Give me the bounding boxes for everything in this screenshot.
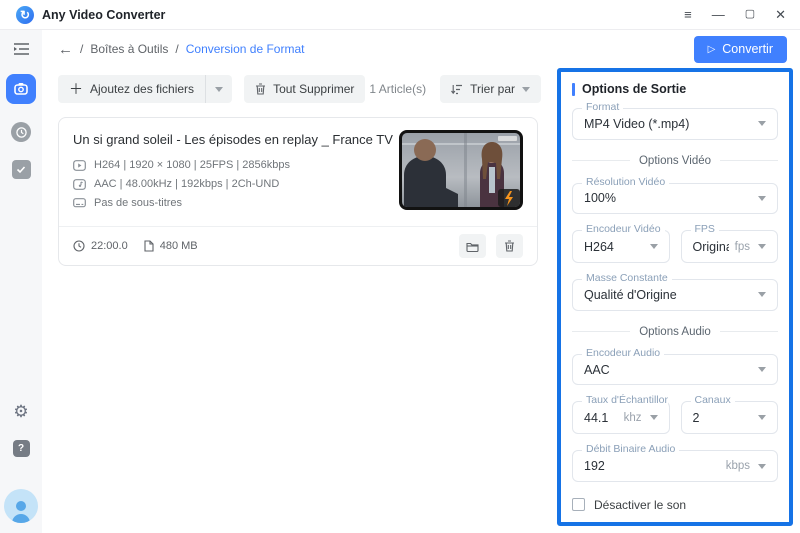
sidebar-item-help[interactable]: ? [13, 440, 30, 457]
output-options-panel: Options de Sortie Format MP4 Video (*.mp… [557, 68, 793, 526]
breadcrumb-separator: / [80, 42, 83, 56]
mute-audio-label: Désactiver le son [594, 498, 686, 512]
add-files-button-group: ＋ Ajoutez des fichiers [58, 75, 232, 103]
duration-meta: 22:00.0 [73, 240, 128, 252]
app-title: Any Video Converter [42, 8, 165, 22]
mute-audio-checkbox[interactable] [572, 498, 585, 511]
file-card[interactable]: Un si grand soleil - Les épisodes en rep… [58, 117, 538, 266]
breadcrumb-current: Conversion de Format [186, 42, 305, 56]
converter-icon [13, 81, 29, 97]
format-select[interactable]: Format MP4 Video (*.mp4) [572, 108, 778, 140]
sort-icon [451, 84, 463, 95]
chevron-down-icon [650, 244, 658, 249]
open-folder-button[interactable] [459, 234, 486, 258]
delete-all-button[interactable]: Tout Supprimer [244, 75, 365, 103]
file-card-footer: 22:00.0 480 MB [59, 226, 537, 265]
window-minimize-icon[interactable]: — [712, 8, 725, 21]
clock-icon [11, 122, 31, 142]
chevron-down-icon [758, 415, 766, 420]
trash-icon [255, 83, 266, 95]
sample-rate-select[interactable]: Taux d'Échantillonn... 44.1 khz [572, 401, 670, 434]
item-count: 1 Article(s) [369, 82, 426, 96]
panel-accent-bar [572, 83, 575, 96]
size-meta: 480 MB [144, 240, 198, 252]
chevron-down-icon [522, 87, 530, 92]
chevron-down-icon [758, 292, 766, 297]
subtitle-icon [73, 198, 86, 209]
fps-select[interactable]: FPS Original fps [681, 230, 779, 263]
breadcrumb-separator: / [175, 42, 178, 56]
chevron-down-icon [758, 464, 766, 469]
sort-button[interactable]: Trier par [440, 75, 541, 103]
chevron-down-icon [758, 121, 766, 126]
trash-icon [504, 240, 515, 252]
gear-icon: ⚙ [13, 402, 28, 422]
back-arrow-icon[interactable]: ← [58, 41, 73, 58]
chevron-down-icon [650, 415, 658, 420]
file-title: Un si grand soleil - Les épisodes en rep… [73, 132, 389, 147]
bitrate-select[interactable]: Débit Binaire Audio 192 kbps [572, 450, 778, 482]
folder-icon [466, 241, 479, 252]
size-value: 480 MB [160, 240, 198, 252]
file-icon [144, 240, 154, 252]
video-encoder-select[interactable]: Encodeur Vidéo H264 [572, 230, 670, 263]
breadcrumb-parent[interactable]: Boîtes à Outils [90, 42, 168, 56]
video-info-row: H264 | 1920 × 1080 | 25FPS | 2856kbps [73, 159, 389, 171]
audio-options-divider: Options Audio [572, 326, 778, 338]
panel-title: Options de Sortie [582, 82, 686, 96]
chevron-down-icon [758, 244, 766, 249]
chevron-down-icon [215, 87, 223, 92]
breadcrumb: ← / Boîtes à Outils / Conversion de Form… [58, 41, 304, 58]
list-toolbar: ＋ Ajoutez des fichiers Tout Supprimer [58, 75, 541, 103]
page-header: ← / Boîtes à Outils / Conversion de Form… [42, 30, 800, 68]
sidebar-item-account[interactable] [4, 475, 38, 523]
quality-select[interactable]: Masse Constante Qualité d'Origine [572, 279, 778, 311]
subtitle-info: Pas de sous-titres [94, 197, 182, 209]
sidebar-item-completed[interactable] [12, 160, 31, 179]
mute-audio-option: Désactiver le son [572, 498, 778, 512]
video-options-divider: Options Vidéo [572, 155, 778, 167]
bitrate-unit: kbps [720, 460, 750, 472]
audio-info: AAC | 48.00kHz | 192kbps | 2Ch-UND [94, 178, 279, 190]
add-files-button[interactable]: ＋ Ajoutez des fichiers [58, 75, 205, 103]
app-window: Any Video Converter ≡ — ▢ ✕ [0, 0, 800, 533]
audio-stream-icon [73, 179, 86, 190]
sidebar-item-settings[interactable]: ⚙ [13, 402, 28, 422]
chevron-down-icon [758, 196, 766, 201]
clock-icon [73, 240, 85, 252]
window-menu-icon[interactable]: ≡ [684, 8, 692, 21]
video-info: H264 | 1920 × 1080 | 25FPS | 2856kbps [94, 159, 290, 171]
channels-select[interactable]: Canaux 2 [681, 401, 779, 434]
help-icon: ? [13, 440, 30, 457]
audio-encoder-select[interactable]: Encodeur Audio AAC [572, 354, 778, 386]
window-maximize-icon[interactable]: ▢ [745, 9, 755, 20]
chevron-down-icon [758, 367, 766, 372]
video-stream-icon [73, 160, 86, 171]
video-thumbnail[interactable] [399, 130, 523, 210]
resolution-select[interactable]: Résolution Vidéo 100% [572, 183, 778, 215]
sidebar-item-history[interactable] [11, 122, 31, 142]
app-logo-icon [16, 6, 34, 24]
sidebar-item-converter[interactable] [6, 74, 36, 104]
check-square-icon [12, 160, 31, 179]
titlebar: Any Video Converter ≡ — ▢ ✕ [0, 0, 800, 30]
delete-item-button[interactable] [496, 234, 523, 258]
audio-info-row: AAC | 48.00kHz | 192kbps | 2Ch-UND [73, 178, 389, 190]
sidebar-collapse-icon[interactable] [13, 42, 30, 56]
add-files-dropdown[interactable] [205, 75, 232, 103]
play-icon: ▷ [708, 44, 716, 55]
sample-rate-unit: khz [618, 412, 642, 424]
subtitle-info-row: Pas de sous-titres [73, 197, 389, 209]
plus-icon: ＋ [69, 79, 83, 99]
duration-value: 22:00.0 [91, 240, 128, 252]
convert-button[interactable]: ▷ Convertir [694, 36, 787, 63]
sidebar: ⚙ ? [0, 30, 42, 533]
fps-unit: fps [729, 241, 750, 253]
avatar [4, 489, 38, 523]
window-close-icon[interactable]: ✕ [775, 8, 786, 21]
